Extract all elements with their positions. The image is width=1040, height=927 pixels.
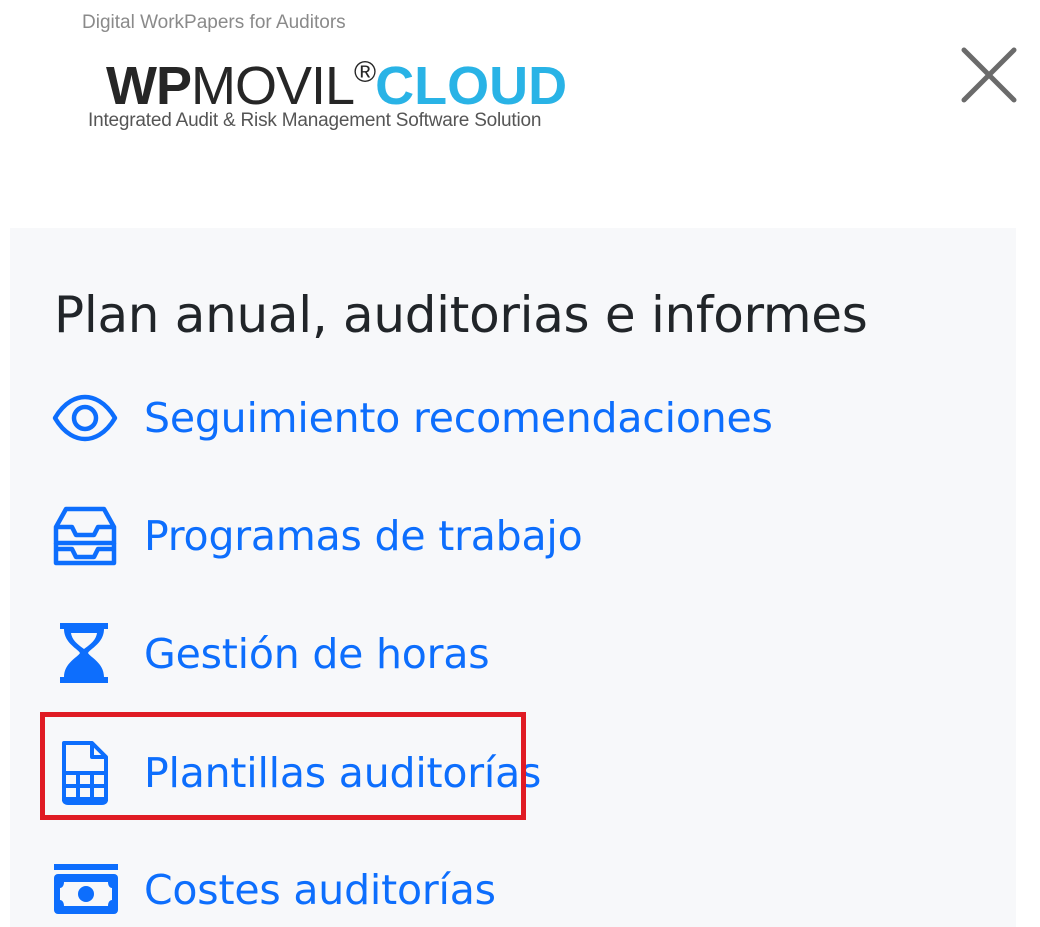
menu-item-programas-de-trabajo[interactable]: Programas de trabajo	[52, 496, 583, 576]
menu-item-gestion-de-horas[interactable]: Gestión de horas	[52, 614, 490, 694]
logo-tagline-bottom: Integrated Audit & Risk Management Softw…	[88, 110, 542, 131]
spreadsheet-file-icon	[52, 739, 120, 807]
menu-item-label: Plantillas auditorías	[144, 749, 542, 797]
menu-panel: Plan anual, auditorias e informes Seguim…	[10, 228, 1016, 927]
logo-wordmark: WPMOVIL®CLOUD	[106, 42, 567, 117]
logo-tagline-top: Digital WorkPapers for Auditors	[82, 12, 346, 33]
logo-cloud: CLOUD	[375, 56, 568, 116]
inbox-tray-icon	[52, 502, 120, 570]
menu-item-label: Costes auditorías	[144, 866, 496, 914]
close-icon	[961, 47, 1017, 103]
logo-registered-mark: ®	[354, 56, 376, 89]
close-button[interactable]	[958, 44, 1020, 106]
menu-item-label: Programas de trabajo	[144, 512, 583, 560]
menu-item-costes-auditorias[interactable]: Costes auditorías	[52, 850, 496, 927]
hourglass-icon	[52, 620, 120, 688]
logo-movil: MOVIL	[191, 56, 355, 116]
logo-wp: WP	[106, 56, 192, 116]
cash-icon	[52, 856, 120, 924]
eye-icon	[52, 384, 120, 452]
section-title: Plan anual, auditorias e informes	[54, 286, 868, 344]
menu-item-seguimiento-recomendaciones[interactable]: Seguimiento recomendaciones	[52, 378, 773, 458]
menu-item-label: Seguimiento recomendaciones	[144, 394, 773, 442]
menu-item-plantillas-auditorias[interactable]: Plantillas auditorías	[52, 733, 541, 813]
page: Digital WorkPapers for Auditors WPMOVIL®…	[0, 0, 1040, 927]
menu-item-label: Gestión de horas	[144, 630, 490, 678]
brand-logo[interactable]: Digital WorkPapers for Auditors WPMOVIL®…	[82, 8, 642, 138]
